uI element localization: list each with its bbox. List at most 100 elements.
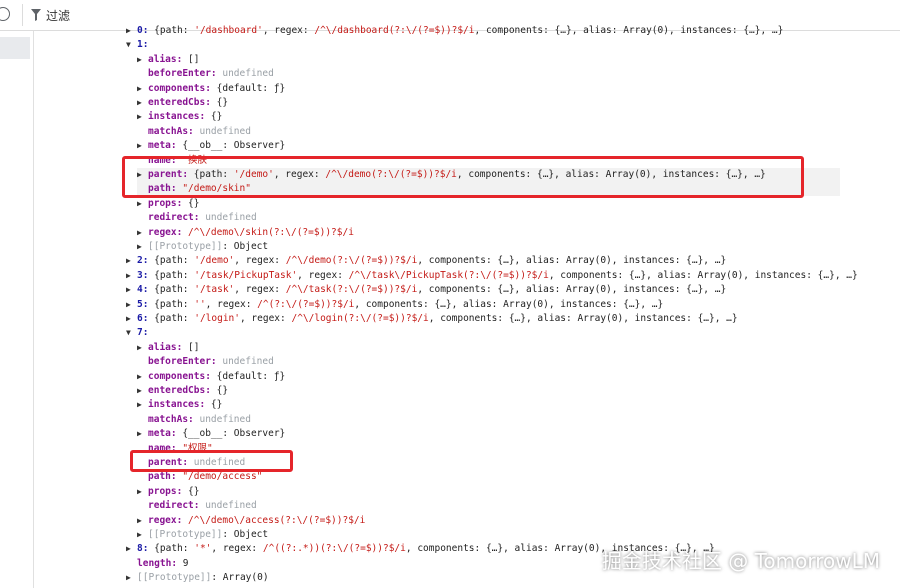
console-tree-row[interactable]: ▶ enteredCbs: {} (137, 384, 228, 398)
token: , components: {…}, alias: Array(0), inst… (428, 313, 738, 324)
console-tree-row[interactable]: ▶ 2: {path: '/demo', regex: /^\/demo(?:\/… (126, 254, 726, 268)
token: enteredCbs: (148, 97, 217, 108)
token: 8: (137, 543, 155, 555)
console-tree-row[interactable]: ▶ components: {default: ƒ} (137, 82, 285, 96)
collapsed-arrow-icon[interactable]: ▶ (137, 96, 148, 110)
token: , regex: (211, 543, 263, 555)
console-tree-row[interactable]: ▶ props: {} (137, 197, 200, 211)
collapsed-arrow-icon[interactable]: ▶ (137, 110, 148, 124)
console-tree-row[interactable]: ▶ meta: {__ob__: Observer} (137, 139, 285, 153)
collapsed-arrow-icon[interactable]: ▶ (137, 82, 148, 96)
console-tree-row[interactable]: ▶ 6: {path: '/login', regex: /^\/login(?:… (126, 312, 738, 326)
collapsed-arrow-icon[interactable]: ▶ (137, 370, 148, 384)
clear-console-icon[interactable] (0, 7, 10, 21)
token: props: (148, 485, 189, 497)
console-tree-row: beforeEnter: undefined (137, 355, 274, 369)
collapsed-arrow-icon[interactable]: ▶ (126, 254, 137, 268)
token: undefined (199, 413, 251, 425)
token: 1: (137, 39, 149, 51)
console-tree-row: length: 9 (126, 557, 189, 571)
token: alias: (148, 341, 189, 353)
console-tree-row[interactable]: ▼ 7: (126, 326, 148, 340)
token: regex: (148, 514, 189, 526)
collapsed-arrow-icon[interactable]: ▶ (137, 528, 148, 542)
console-tree-row[interactable]: ▶ [[Prototype]]: Object (137, 240, 268, 254)
collapsed-arrow-icon[interactable]: ▶ (137, 384, 148, 398)
token: 4: (137, 284, 155, 296)
token: '/demo' (194, 255, 235, 267)
token: {path: (154, 543, 195, 555)
console-tree-row[interactable]: ▶ 3: {path: '/task/PickupTask', regex: /^… (126, 269, 858, 283)
collapsed-arrow-icon[interactable]: ▶ (126, 312, 137, 326)
console-tree-row[interactable]: ▶ [[Prototype]]: Object (137, 528, 268, 542)
token: {path: (154, 298, 195, 310)
console-tree-row[interactable]: ▼ 1: (126, 38, 148, 52)
token: "/demo/access" (182, 471, 263, 483)
collapsed-arrow-icon[interactable]: ▶ (137, 341, 148, 355)
token: , regex: (205, 298, 258, 310)
token: /^((?:.*))(?:\/(?=$))?$/i (262, 543, 406, 555)
console-tree-row[interactable]: ▶ regex: /^\/demo\/skin(?:\/(?=$))?$/i (137, 226, 354, 240)
collapsed-arrow-icon[interactable]: ▶ (137, 240, 148, 254)
collapsed-arrow-icon[interactable]: ▶ (137, 398, 148, 412)
collapsed-arrow-icon[interactable]: ▶ (126, 283, 137, 297)
collapsed-arrow-icon[interactable]: ▶ (137, 226, 148, 240)
token: matchAs: (148, 413, 200, 425)
token: 0: (137, 25, 155, 36)
token: {path: (154, 284, 195, 296)
collapsed-arrow-icon[interactable]: ▶ (137, 139, 148, 153)
watermark: 掘金技术社区 @ TomorrowLM (601, 549, 880, 573)
console-tree-row[interactable]: ▶ enteredCbs: {} (137, 96, 228, 110)
token: /^\/task\/PickupTask(?:\/(?=$))?$/i (348, 269, 549, 281)
token: {} (216, 97, 229, 108)
token: instances: (148, 399, 211, 411)
token: undefined (222, 356, 274, 368)
collapsed-arrow-icon[interactable]: ▶ (126, 542, 137, 556)
token: regex: (148, 226, 189, 238)
expanded-arrow-icon[interactable]: ▼ (126, 38, 137, 52)
console-tree-row[interactable]: ▶ regex: /^\/demo\/access(?:\/(?=$))?$/i (137, 514, 365, 528)
console-tree-row[interactable]: ▶ [[Prototype]]: Array(0) (126, 571, 269, 585)
token: {__ob__: Observer} (182, 140, 286, 152)
console-tree-row[interactable]: ▶ alias: [] (137, 341, 200, 355)
collapsed-arrow-icon[interactable]: ▶ (126, 298, 137, 312)
collapsed-arrow-icon[interactable]: ▶ (137, 197, 148, 211)
console-tree-row[interactable]: ▶ instances: {} (137, 398, 222, 412)
token: '/dashboard' (194, 25, 263, 36)
token: : Array(0) (211, 572, 269, 584)
token: /^\/demo(?:\/(?=$))?$/i (285, 255, 418, 267)
token: , regex: (234, 255, 286, 267)
token: undefined (205, 212, 257, 224)
console-tree-row[interactable]: ▶ 5: {path: '', regex: /^(?:\/(?=$))?$/i,… (126, 298, 663, 312)
token: '' (194, 298, 206, 310)
token: matchAs: (148, 125, 200, 137)
console-tree-row[interactable]: ▶ meta: {__ob__: Observer} (137, 427, 285, 441)
console-tree-row[interactable]: ▶ components: {default: ƒ} (137, 370, 285, 384)
console-tree-row[interactable]: ▶ alias: [] (137, 53, 200, 67)
token: {path: (154, 269, 195, 281)
console-tree-row[interactable]: ▶ 0: {path: '/dashboard', regex: /^\/dash… (126, 24, 783, 38)
token: /^\/login(?:\/(?=$))?$/i (291, 313, 429, 324)
collapsed-arrow-icon[interactable]: ▶ (126, 571, 137, 585)
collapsed-arrow-icon[interactable]: ▶ (137, 427, 148, 441)
collapsed-arrow-icon[interactable]: ▶ (126, 269, 137, 283)
console-tree-row[interactable]: ▶ instances: {} (137, 110, 222, 124)
collapsed-arrow-icon[interactable]: ▶ (137, 53, 148, 67)
console-output: ▶ 0: {path: '/dashboard', regex: /^\/dash… (0, 25, 900, 588)
token: , components: {…}, alias: Array(0), inst… (417, 284, 727, 296)
console-tree-row[interactable]: ▶ props: {} (137, 485, 200, 499)
console-tree-row[interactable]: ▶ 4: {path: '/task', regex: /^\/task(?:\/… (126, 283, 726, 297)
token: , regex: (262, 25, 315, 36)
collapsed-arrow-icon[interactable]: ▶ (126, 24, 137, 38)
token: undefined (222, 68, 274, 80)
collapsed-arrow-icon[interactable]: ▶ (137, 514, 148, 528)
token: [[Prototype]] (148, 529, 223, 540)
token: , components: {…}, alias: Array(0), inst… (548, 269, 858, 281)
token: /^\/dashboard(?:\/(?=$))?$/i (314, 25, 475, 36)
token: , regex: (297, 269, 349, 281)
filter-input[interactable]: 过滤 (46, 7, 70, 24)
collapsed-arrow-icon[interactable]: ▶ (137, 485, 148, 499)
expanded-arrow-icon[interactable]: ▼ (126, 326, 137, 340)
token: redirect: (148, 212, 206, 224)
token: '*' (194, 543, 212, 555)
